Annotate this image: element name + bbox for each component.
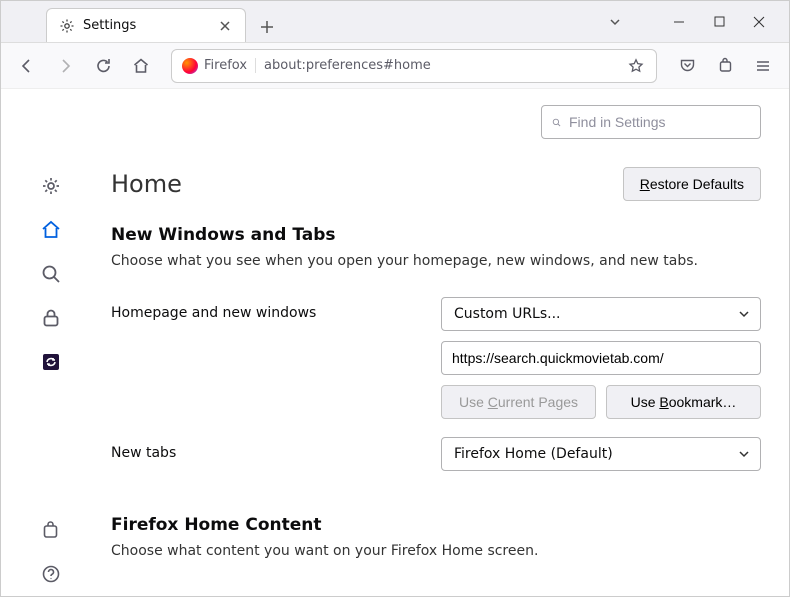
settings-sidebar: [1, 89, 101, 596]
search-row: [111, 105, 761, 139]
restore-defaults-button[interactable]: Restore Defaults: [623, 167, 761, 201]
identity-box[interactable]: Firefox: [182, 58, 256, 74]
sidebar-item-extensions[interactable]: [29, 508, 73, 552]
newtabs-label: New tabs: [111, 437, 441, 461]
back-button[interactable]: [11, 50, 43, 82]
gear-icon: [59, 18, 75, 34]
homepage-mode-select[interactable]: Custom URLs...: [441, 297, 761, 331]
chevron-down-icon: [738, 448, 750, 460]
search-input[interactable]: [569, 114, 750, 130]
homepage-row: Homepage and new windows Custom URLs... …: [111, 297, 761, 419]
page-header-row: Home Restore Defaults: [111, 167, 761, 201]
newtabs-controls: Firefox Home (Default): [441, 437, 761, 471]
home-button[interactable]: [125, 50, 157, 82]
search-icon: [552, 115, 561, 130]
sidebar-item-general[interactable]: [29, 164, 73, 208]
use-bookmark-button[interactable]: Use Bookmark…: [606, 385, 761, 419]
newtabs-row: New tabs Firefox Home (Default): [111, 437, 761, 471]
settings-panel: Home Restore Defaults New Windows and Ta…: [101, 89, 789, 596]
reload-button[interactable]: [87, 50, 119, 82]
urlbar[interactable]: Firefox about:preferences#home: [171, 49, 657, 83]
window-controls: [659, 7, 779, 37]
maximize-button[interactable]: [699, 7, 739, 37]
close-window-button[interactable]: [739, 7, 779, 37]
url-text: about:preferences#home: [264, 58, 618, 73]
tab-label: Settings: [83, 18, 209, 33]
chevron-down-icon: [738, 308, 750, 320]
tab-strip: Settings: [1, 1, 601, 42]
bookmark-star-icon[interactable]: [626, 56, 646, 76]
tab-settings[interactable]: Settings: [46, 8, 246, 42]
section-home-content-title: Firefox Home Content: [111, 515, 761, 535]
homepage-buttons: Use Current Pages Use Bookmark…: [441, 385, 761, 419]
use-current-pages-button[interactable]: Use Current Pages: [441, 385, 596, 419]
homepage-controls: Custom URLs... Use Current Pages Use Boo…: [441, 297, 761, 419]
page-title: Home: [111, 170, 182, 198]
titlebar: Settings: [1, 1, 789, 43]
identity-label: Firefox: [204, 58, 256, 73]
sidebar-item-sync[interactable]: [29, 340, 73, 384]
sidebar-item-search[interactable]: [29, 252, 73, 296]
section-new-windows-desc: Choose what you see when you open your h…: [111, 253, 761, 269]
select-value: Firefox Home (Default): [454, 446, 613, 462]
homepage-label: Homepage and new windows: [111, 297, 441, 321]
tab-list-button[interactable]: [601, 8, 629, 36]
section-home-content-desc: Choose what content you want on your Fir…: [111, 543, 761, 559]
select-value: Custom URLs...: [454, 306, 561, 322]
find-in-settings[interactable]: [541, 105, 761, 139]
homepage-url-input[interactable]: [441, 341, 761, 375]
app-menu-button[interactable]: [747, 50, 779, 82]
section-new-windows-title: New Windows and Tabs: [111, 225, 761, 245]
extensions-button[interactable]: [709, 50, 741, 82]
content: Home Restore Defaults New Windows and Ta…: [1, 89, 789, 596]
pocket-button[interactable]: [671, 50, 703, 82]
newtabs-select[interactable]: Firefox Home (Default): [441, 437, 761, 471]
forward-button[interactable]: [49, 50, 81, 82]
firefox-logo-icon: [182, 58, 198, 74]
new-tab-button[interactable]: [252, 12, 282, 42]
sidebar-item-privacy[interactable]: [29, 296, 73, 340]
minimize-button[interactable]: [659, 7, 699, 37]
close-icon[interactable]: [217, 18, 233, 34]
navbar: Firefox about:preferences#home: [1, 43, 789, 89]
sidebar-item-home[interactable]: [29, 208, 73, 252]
sidebar-item-support[interactable]: [29, 552, 73, 596]
